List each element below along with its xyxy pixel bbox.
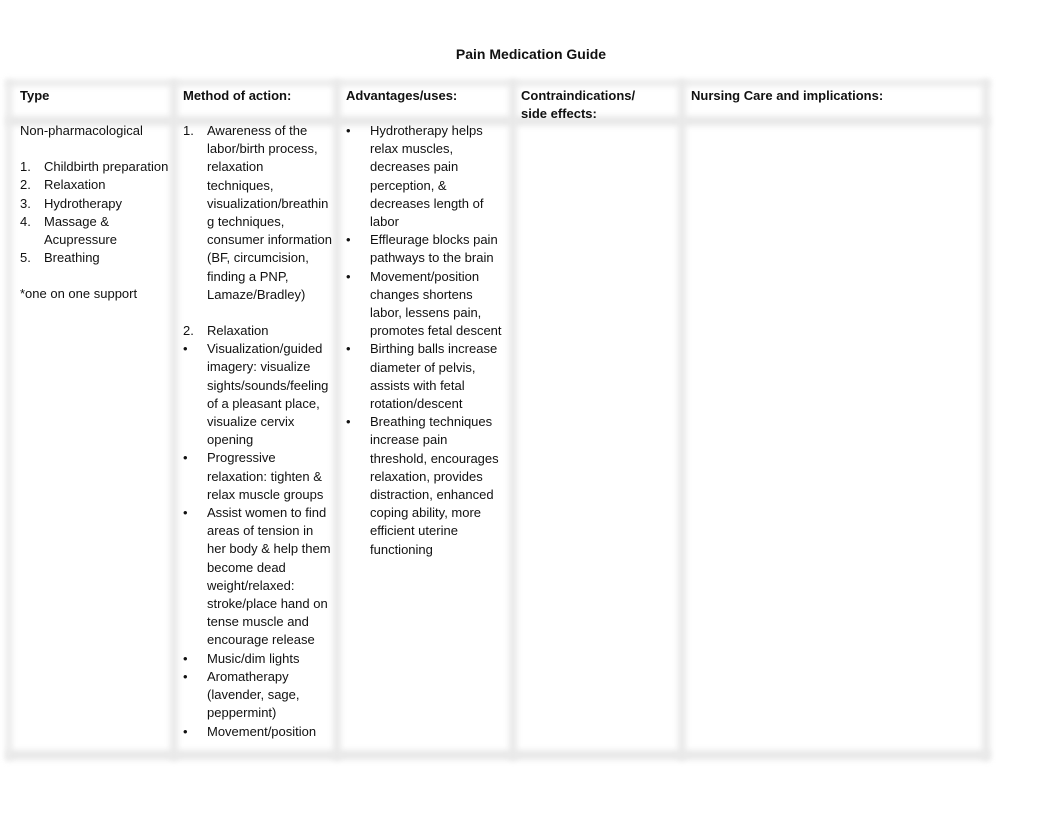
type-list-item: 3. Hydrotherapy xyxy=(20,195,123,211)
type-note: *one on one support xyxy=(20,286,138,302)
column-divider-3 xyxy=(509,80,517,760)
header-advantages-uses: Advantages/uses: xyxy=(346,88,458,103)
bullet-icon: • xyxy=(183,668,188,684)
bullet-icon: • xyxy=(183,505,188,521)
header-contraindications-line1: Contraindications/ xyxy=(521,88,636,103)
column-divider-4 xyxy=(678,80,686,760)
method-bullet-item: • Movement/position xyxy=(183,723,333,741)
method-bullet-item: • Assist women to find areas of tension i… xyxy=(183,505,331,648)
advantages-cell: • Hydrotherapy helps relax muscles, decre… xyxy=(346,122,506,559)
method-bullet-item: • Aromatherapy (lavender, sage, peppermin… xyxy=(183,668,300,721)
method-bullet-item: • Visualization/guided imagery: visualize… xyxy=(183,341,329,448)
table-border-bottom xyxy=(6,750,990,760)
table-border-top xyxy=(6,80,990,86)
method-bullet-list: • Visualization/guided imagery: visualize… xyxy=(183,340,333,740)
advantages-bullet-item: • Birthing balls increase diameter of pel… xyxy=(346,341,498,412)
bullet-icon: • xyxy=(346,123,351,138)
header-nursing-care: Nursing Care and implications: xyxy=(691,88,884,103)
method-bullet-item: • Music/dim lights xyxy=(183,650,333,668)
bullet-icon: • xyxy=(346,268,351,284)
type-list-item: 2. Relaxation xyxy=(20,177,106,193)
bullet-icon: • xyxy=(346,414,351,430)
bullet-icon: • xyxy=(346,232,351,248)
bullet-icon: • xyxy=(183,650,188,666)
header-type: Type xyxy=(20,88,50,103)
advantages-bullet-item: • Breathing techniques increase pain thre… xyxy=(346,414,499,557)
type-category: Non-pharmacological xyxy=(20,123,143,138)
table-border-left xyxy=(6,80,12,760)
type-list: 1. Childbirth preparation 2. Relaxation 3.… xyxy=(20,158,170,267)
bullet-icon: • xyxy=(183,723,188,739)
column-divider-2 xyxy=(333,80,341,760)
advantages-bullet-list: • Hydrotherapy helps relax muscles, decre… xyxy=(346,122,506,559)
method-cell: 1. Awareness of the labor/birth process,… xyxy=(183,122,333,741)
header-contraindications: Contraindications/ side effects: xyxy=(521,87,635,123)
table-border-right xyxy=(982,80,990,760)
pain-medication-table: Type Method of action: Advantages/uses: … xyxy=(6,80,990,764)
method-numbered-item: 1. Awareness of the labor/birth process,… xyxy=(183,123,332,302)
header-method-of-action: Method of action: xyxy=(183,88,292,103)
document-title: Pain Medication Guide xyxy=(455,46,607,62)
type-cell: Non-pharmacological 1. Childbirth prepara… xyxy=(20,122,170,304)
method-numbered-item: 2. Relaxation xyxy=(183,323,269,339)
bullet-icon: • xyxy=(183,450,188,466)
bullet-icon: • xyxy=(183,341,188,357)
type-list-item: 4. Massage & Acupressure xyxy=(20,213,117,248)
advantages-bullet-item: • Effleurage blocks pain pathways to the … xyxy=(346,232,498,266)
method-bullet-item: • Progressive relaxation: tighten & relax… xyxy=(183,450,324,502)
advantages-bullet-item: • Movement/position changes shortens labo… xyxy=(346,268,502,339)
type-list-item: 1. Childbirth preparation xyxy=(20,159,169,175)
type-list-item: 5. Breathing xyxy=(20,250,100,266)
header-contraindications-line2: side effects: xyxy=(521,106,597,121)
advantages-bullet-item: • Hydrotherapy helps relax muscles, decre… xyxy=(346,123,484,230)
bullet-icon: • xyxy=(346,341,351,357)
column-divider-1 xyxy=(170,80,178,760)
